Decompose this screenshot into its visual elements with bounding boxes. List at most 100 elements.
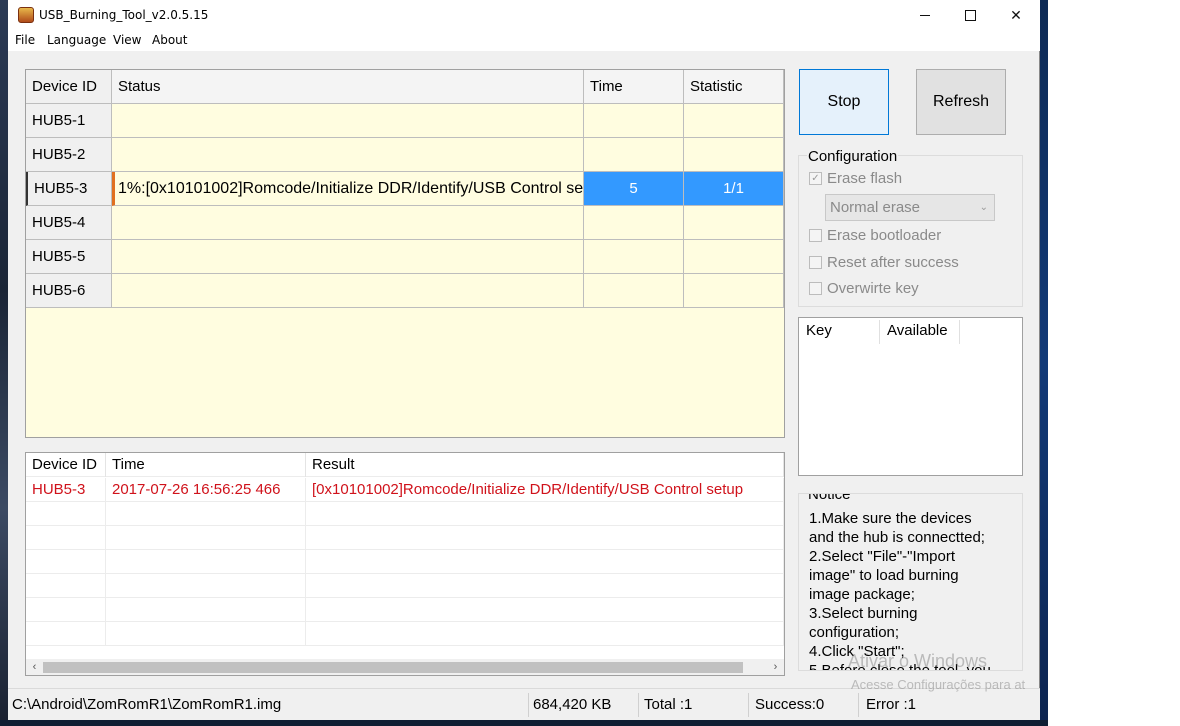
device-id-cell: HUB5-2 bbox=[26, 138, 112, 172]
notice-line: 3.Select burning bbox=[809, 605, 918, 622]
time-cell bbox=[584, 206, 684, 240]
device-row[interactable]: HUB5-5 bbox=[26, 240, 784, 274]
status-divider bbox=[638, 693, 639, 717]
erase-flash-checkbox[interactable]: ✓ bbox=[809, 172, 822, 185]
column-header-statistic[interactable]: Statistic bbox=[684, 70, 784, 104]
menu-about[interactable]: About bbox=[152, 33, 187, 47]
device-id-cell: HUB5-4 bbox=[26, 206, 112, 240]
log-row-empty bbox=[26, 622, 784, 646]
notice-line: 2.Select "File"-"Import bbox=[809, 548, 956, 565]
log-row-empty bbox=[26, 502, 784, 526]
column-header-key[interactable]: Key bbox=[806, 322, 832, 339]
menu-view[interactable]: View bbox=[113, 33, 141, 47]
title-bar[interactable]: USB_Burning_Tool_v2.0.5.15 ✕ bbox=[8, 0, 1040, 31]
configuration-group: Configuration ✓ Erase flash Normal erase… bbox=[798, 148, 1023, 307]
log-result-cell: [0x10101002]Romcode/Initialize DDR/Ident… bbox=[306, 478, 784, 502]
column-header-device-id[interactable]: Device ID bbox=[26, 453, 106, 477]
device-row[interactable]: HUB5-6 bbox=[26, 274, 784, 308]
error-count: Error :1 bbox=[866, 696, 917, 713]
log-row[interactable]: HUB5-3 2017-07-26 16:56:25 466 [0x101010… bbox=[26, 478, 784, 502]
status-cell bbox=[112, 274, 584, 308]
log-device-id-cell: HUB5-3 bbox=[26, 478, 106, 502]
horizontal-scrollbar[interactable]: ‹ › bbox=[26, 659, 784, 675]
status-divider bbox=[528, 693, 529, 717]
notice-line: and the hub is connectted; bbox=[809, 529, 985, 546]
stop-button[interactable]: Stop bbox=[799, 69, 889, 135]
reset-after-success-checkbox[interactable] bbox=[809, 256, 822, 269]
notice-group: Notice 1.Make sure the devices and the h… bbox=[798, 493, 1023, 671]
notice-line: image" to load burning bbox=[809, 567, 959, 584]
status-progress-cell: 1%:[0x10101002]Romcode/Initialize DDR/Id… bbox=[112, 172, 584, 206]
reset-after-success-option[interactable]: Reset after success bbox=[809, 254, 959, 271]
overwrite-key-label: Overwirte key bbox=[827, 280, 919, 297]
scrollbar-thumb[interactable] bbox=[43, 662, 743, 673]
close-button[interactable]: ✕ bbox=[993, 0, 1039, 31]
refresh-button[interactable]: Refresh bbox=[916, 69, 1006, 135]
log-row-empty bbox=[26, 574, 784, 598]
erase-bootloader-label: Erase bootloader bbox=[827, 227, 942, 244]
device-row[interactable]: HUB5-2 bbox=[26, 138, 784, 172]
status-cell bbox=[112, 104, 584, 138]
log-row-empty bbox=[26, 526, 784, 550]
device-id-cell: HUB5-3 bbox=[26, 172, 112, 206]
status-cell bbox=[112, 138, 584, 172]
erase-flash-label: Erase flash bbox=[827, 170, 903, 187]
device-row[interactable]: HUB5-4 bbox=[26, 206, 784, 240]
key-table: Key Available bbox=[798, 317, 1023, 476]
log-table: Device ID Time Result HUB5-3 2017-07-26 … bbox=[25, 452, 785, 676]
taskbar-edge bbox=[0, 720, 1048, 726]
time-cell bbox=[584, 138, 684, 172]
notice-line: 4.Click "Start"; bbox=[809, 643, 905, 660]
column-header-result[interactable]: Result bbox=[306, 453, 784, 477]
time-cell bbox=[584, 104, 684, 138]
maximize-button[interactable] bbox=[947, 0, 993, 31]
time-cell bbox=[584, 274, 684, 308]
device-id-cell: HUB5-6 bbox=[26, 274, 112, 308]
desktop-background-left bbox=[0, 0, 8, 726]
status-cell bbox=[112, 240, 584, 274]
column-header-available[interactable]: Available bbox=[887, 322, 948, 339]
log-table-header: Device ID Time Result bbox=[26, 453, 784, 477]
device-id-cell: HUB5-5 bbox=[26, 240, 112, 274]
erase-flash-option[interactable]: ✓ Erase flash bbox=[809, 170, 902, 187]
notice-line: 5.Before close the tool, you bbox=[809, 662, 991, 671]
overwrite-key-option[interactable]: Overwirte key bbox=[809, 280, 919, 297]
chevron-down-icon: ⌄ bbox=[979, 202, 988, 213]
configuration-title: Configuration bbox=[807, 148, 899, 165]
scroll-left-icon[interactable]: ‹ bbox=[26, 659, 43, 675]
device-row-selected[interactable]: HUB5-3 1%:[0x10101002]Romcode/Initialize… bbox=[26, 172, 784, 206]
column-header-status[interactable]: Status bbox=[112, 70, 584, 104]
device-table: Device ID Status Time Statistic HUB5-1 H… bbox=[25, 69, 785, 438]
notice-line: image package; bbox=[809, 586, 915, 603]
success-count: Success:0 bbox=[755, 696, 825, 713]
column-header-device-id[interactable]: Device ID bbox=[26, 70, 112, 104]
statistic-cell bbox=[684, 138, 784, 172]
erase-mode-value: Normal erase bbox=[830, 199, 921, 216]
device-row[interactable]: HUB5-1 bbox=[26, 104, 784, 138]
erase-bootloader-checkbox[interactable] bbox=[809, 229, 822, 242]
overwrite-key-checkbox[interactable] bbox=[809, 282, 822, 295]
notice-line: 1.Make sure the devices bbox=[809, 510, 972, 527]
column-header-time[interactable]: Time bbox=[584, 70, 684, 104]
log-row-empty bbox=[26, 550, 784, 574]
log-row-empty bbox=[26, 598, 784, 622]
statistic-cell bbox=[684, 274, 784, 308]
reset-after-success-label: Reset after success bbox=[827, 254, 959, 271]
statistic-cell bbox=[684, 206, 784, 240]
column-divider bbox=[879, 320, 880, 344]
menu-file[interactable]: File bbox=[15, 33, 35, 47]
minimize-button[interactable] bbox=[902, 0, 948, 31]
statistic-cell bbox=[684, 104, 784, 138]
window-title: USB_Burning_Tool_v2.0.5.15 bbox=[39, 8, 209, 22]
column-header-time[interactable]: Time bbox=[106, 453, 306, 477]
scroll-right-icon[interactable]: › bbox=[767, 659, 784, 675]
time-cell bbox=[584, 240, 684, 274]
status-cell bbox=[112, 206, 584, 240]
image-size: 684,420 KB bbox=[533, 696, 612, 713]
erase-bootloader-option[interactable]: Erase bootloader bbox=[809, 227, 941, 244]
image-path: C:\Android\ZomRomR1\ZomRomR1.img bbox=[12, 696, 282, 713]
total-count: Total :1 bbox=[644, 696, 693, 713]
menu-language[interactable]: Language bbox=[47, 33, 106, 47]
status-bar: C:\Android\ZomRomR1\ZomRomR1.img 684,420… bbox=[8, 688, 1040, 720]
erase-mode-select[interactable]: Normal erase ⌄ bbox=[825, 194, 995, 221]
